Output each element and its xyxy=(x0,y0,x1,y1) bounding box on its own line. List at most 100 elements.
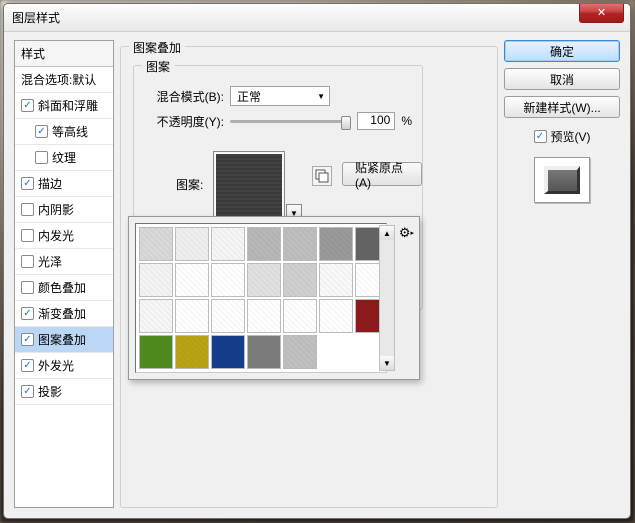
style-row-label: 混合选项:默认 xyxy=(21,71,96,88)
style-checkbox[interactable] xyxy=(21,333,34,346)
scroll-down-arrow-icon[interactable]: ▼ xyxy=(380,356,394,370)
style-row[interactable]: 光泽 xyxy=(15,249,113,275)
gear-icon: ⚙ xyxy=(399,225,411,240)
blend-mode-value: 正常 xyxy=(237,88,261,105)
slider-thumb[interactable] xyxy=(341,116,351,130)
group-title: 图案叠加 xyxy=(129,39,185,56)
style-checkbox[interactable] xyxy=(21,281,34,294)
style-row-label: 等高线 xyxy=(52,123,88,140)
style-row[interactable]: 内发光 xyxy=(15,223,113,249)
titlebar: 图层样式 ✕ xyxy=(4,4,630,32)
opacity-unit: % xyxy=(401,114,412,128)
pattern-swatch[interactable] xyxy=(211,299,245,333)
style-checkbox[interactable] xyxy=(35,151,48,164)
main-panel: 图案叠加 图案 混合模式(B): 正常 ▼ 不透明度(Y): xyxy=(120,40,498,508)
pattern-swatch[interactable] xyxy=(175,227,209,261)
style-checkbox[interactable] xyxy=(21,229,34,242)
style-list: 样式 混合选项:默认斜面和浮雕等高线纹理描边内阴影内发光光泽颜色叠加渐变叠加图案… xyxy=(14,40,114,508)
pattern-swatch[interactable] xyxy=(211,335,245,369)
style-row[interactable]: 描边 xyxy=(15,171,113,197)
style-checkbox[interactable] xyxy=(21,307,34,320)
pattern-swatch[interactable] xyxy=(139,227,173,261)
style-row[interactable]: 斜面和浮雕 xyxy=(15,93,113,119)
style-row-label: 渐变叠加 xyxy=(38,305,86,322)
style-checkbox[interactable] xyxy=(21,255,34,268)
pattern-label: 图案: xyxy=(176,176,203,193)
style-row[interactable]: 内阴影 xyxy=(15,197,113,223)
style-row[interactable]: 渐变叠加 xyxy=(15,301,113,327)
pattern-swatch[interactable] xyxy=(211,263,245,297)
new-preset-icon xyxy=(315,169,329,183)
style-checkbox[interactable] xyxy=(21,99,34,112)
style-row[interactable]: 等高线 xyxy=(15,119,113,145)
style-row[interactable]: 纹理 xyxy=(15,145,113,171)
opacity-slider[interactable] xyxy=(230,113,351,129)
create-pattern-button[interactable] xyxy=(312,166,332,186)
group-pattern: 图案 混合模式(B): 正常 ▼ 不透明度(Y): xyxy=(133,65,423,310)
pattern-preview[interactable] xyxy=(214,152,284,222)
chevron-down-icon: ▼ xyxy=(317,92,325,101)
pattern-swatch[interactable] xyxy=(139,299,173,333)
pattern-swatch[interactable] xyxy=(247,299,281,333)
style-row-label: 内阴影 xyxy=(38,201,74,218)
pattern-swatch[interactable] xyxy=(175,299,209,333)
pattern-swatch[interactable] xyxy=(175,263,209,297)
pattern-swatch[interactable] xyxy=(175,335,209,369)
pattern-swatch[interactable] xyxy=(319,299,353,333)
picker-menu-button[interactable]: ⚙▸ xyxy=(399,225,414,241)
style-checkbox[interactable] xyxy=(35,125,48,138)
style-row[interactable]: 投影 xyxy=(15,379,113,405)
window-title: 图层样式 xyxy=(12,9,60,26)
style-row-label: 图案叠加 xyxy=(38,331,86,348)
ok-button[interactable]: 确定 xyxy=(504,40,620,62)
pattern-swatch[interactable] xyxy=(319,227,353,261)
style-list-header: 样式 xyxy=(15,41,113,67)
close-icon: ✕ xyxy=(597,6,606,19)
opacity-label: 不透明度(Y): xyxy=(144,113,224,130)
style-row[interactable]: 外发光 xyxy=(15,353,113,379)
new-style-label: 新建样式(W)... xyxy=(523,99,600,116)
cancel-label: 取消 xyxy=(550,71,574,88)
pattern-swatch[interactable] xyxy=(247,227,281,261)
sub-title: 图案 xyxy=(142,58,174,75)
picker-scrollbar[interactable]: ▲ ▼ xyxy=(379,225,395,371)
pattern-swatch[interactable] xyxy=(247,335,281,369)
style-row-label: 颜色叠加 xyxy=(38,279,86,296)
preview-checkbox[interactable] xyxy=(534,130,547,143)
style-checkbox[interactable] xyxy=(21,203,34,216)
right-buttons: 确定 取消 新建样式(W)... 预览(V) xyxy=(504,40,620,508)
chevron-right-icon: ▸ xyxy=(410,230,414,237)
preview-checkbox-row[interactable]: 预览(V) xyxy=(504,128,620,145)
style-checkbox[interactable] xyxy=(21,385,34,398)
new-style-button[interactable]: 新建样式(W)... xyxy=(504,96,620,118)
style-row-label: 光泽 xyxy=(38,253,62,270)
close-button[interactable]: ✕ xyxy=(579,3,624,23)
pattern-swatch[interactable] xyxy=(283,263,317,297)
cancel-button[interactable]: 取消 xyxy=(504,68,620,90)
style-row-label: 纹理 xyxy=(52,149,76,166)
style-row-label: 外发光 xyxy=(38,357,74,374)
pattern-swatch[interactable] xyxy=(283,299,317,333)
blend-mode-select[interactable]: 正常 ▼ xyxy=(230,86,330,106)
blend-mode-label: 混合模式(B): xyxy=(144,88,224,105)
pattern-swatch[interactable] xyxy=(283,227,317,261)
snap-origin-button[interactable]: 贴紧原点(A) xyxy=(342,162,422,186)
pattern-grid xyxy=(135,223,387,373)
pattern-swatch[interactable] xyxy=(283,335,317,369)
pattern-swatch[interactable] xyxy=(139,263,173,297)
style-row[interactable]: 颜色叠加 xyxy=(15,275,113,301)
pattern-swatch[interactable] xyxy=(319,263,353,297)
style-checkbox[interactable] xyxy=(21,359,34,372)
style-row[interactable]: 混合选项:默认 xyxy=(15,67,113,93)
preview-label: 预览(V) xyxy=(551,128,591,145)
style-row-label: 投影 xyxy=(38,383,62,400)
opacity-input[interactable]: 100 xyxy=(357,112,395,130)
pattern-swatch[interactable] xyxy=(211,227,245,261)
snap-origin-label: 贴紧原点(A) xyxy=(355,159,409,190)
style-checkbox[interactable] xyxy=(21,177,34,190)
pattern-swatch[interactable] xyxy=(139,335,173,369)
layer-style-dialog: 图层样式 ✕ 样式 混合选项:默认斜面和浮雕等高线纹理描边内阴影内发光光泽颜色叠… xyxy=(3,3,631,519)
scroll-up-arrow-icon[interactable]: ▲ xyxy=(380,226,394,240)
style-row[interactable]: 图案叠加 xyxy=(15,327,113,353)
pattern-swatch[interactable] xyxy=(247,263,281,297)
